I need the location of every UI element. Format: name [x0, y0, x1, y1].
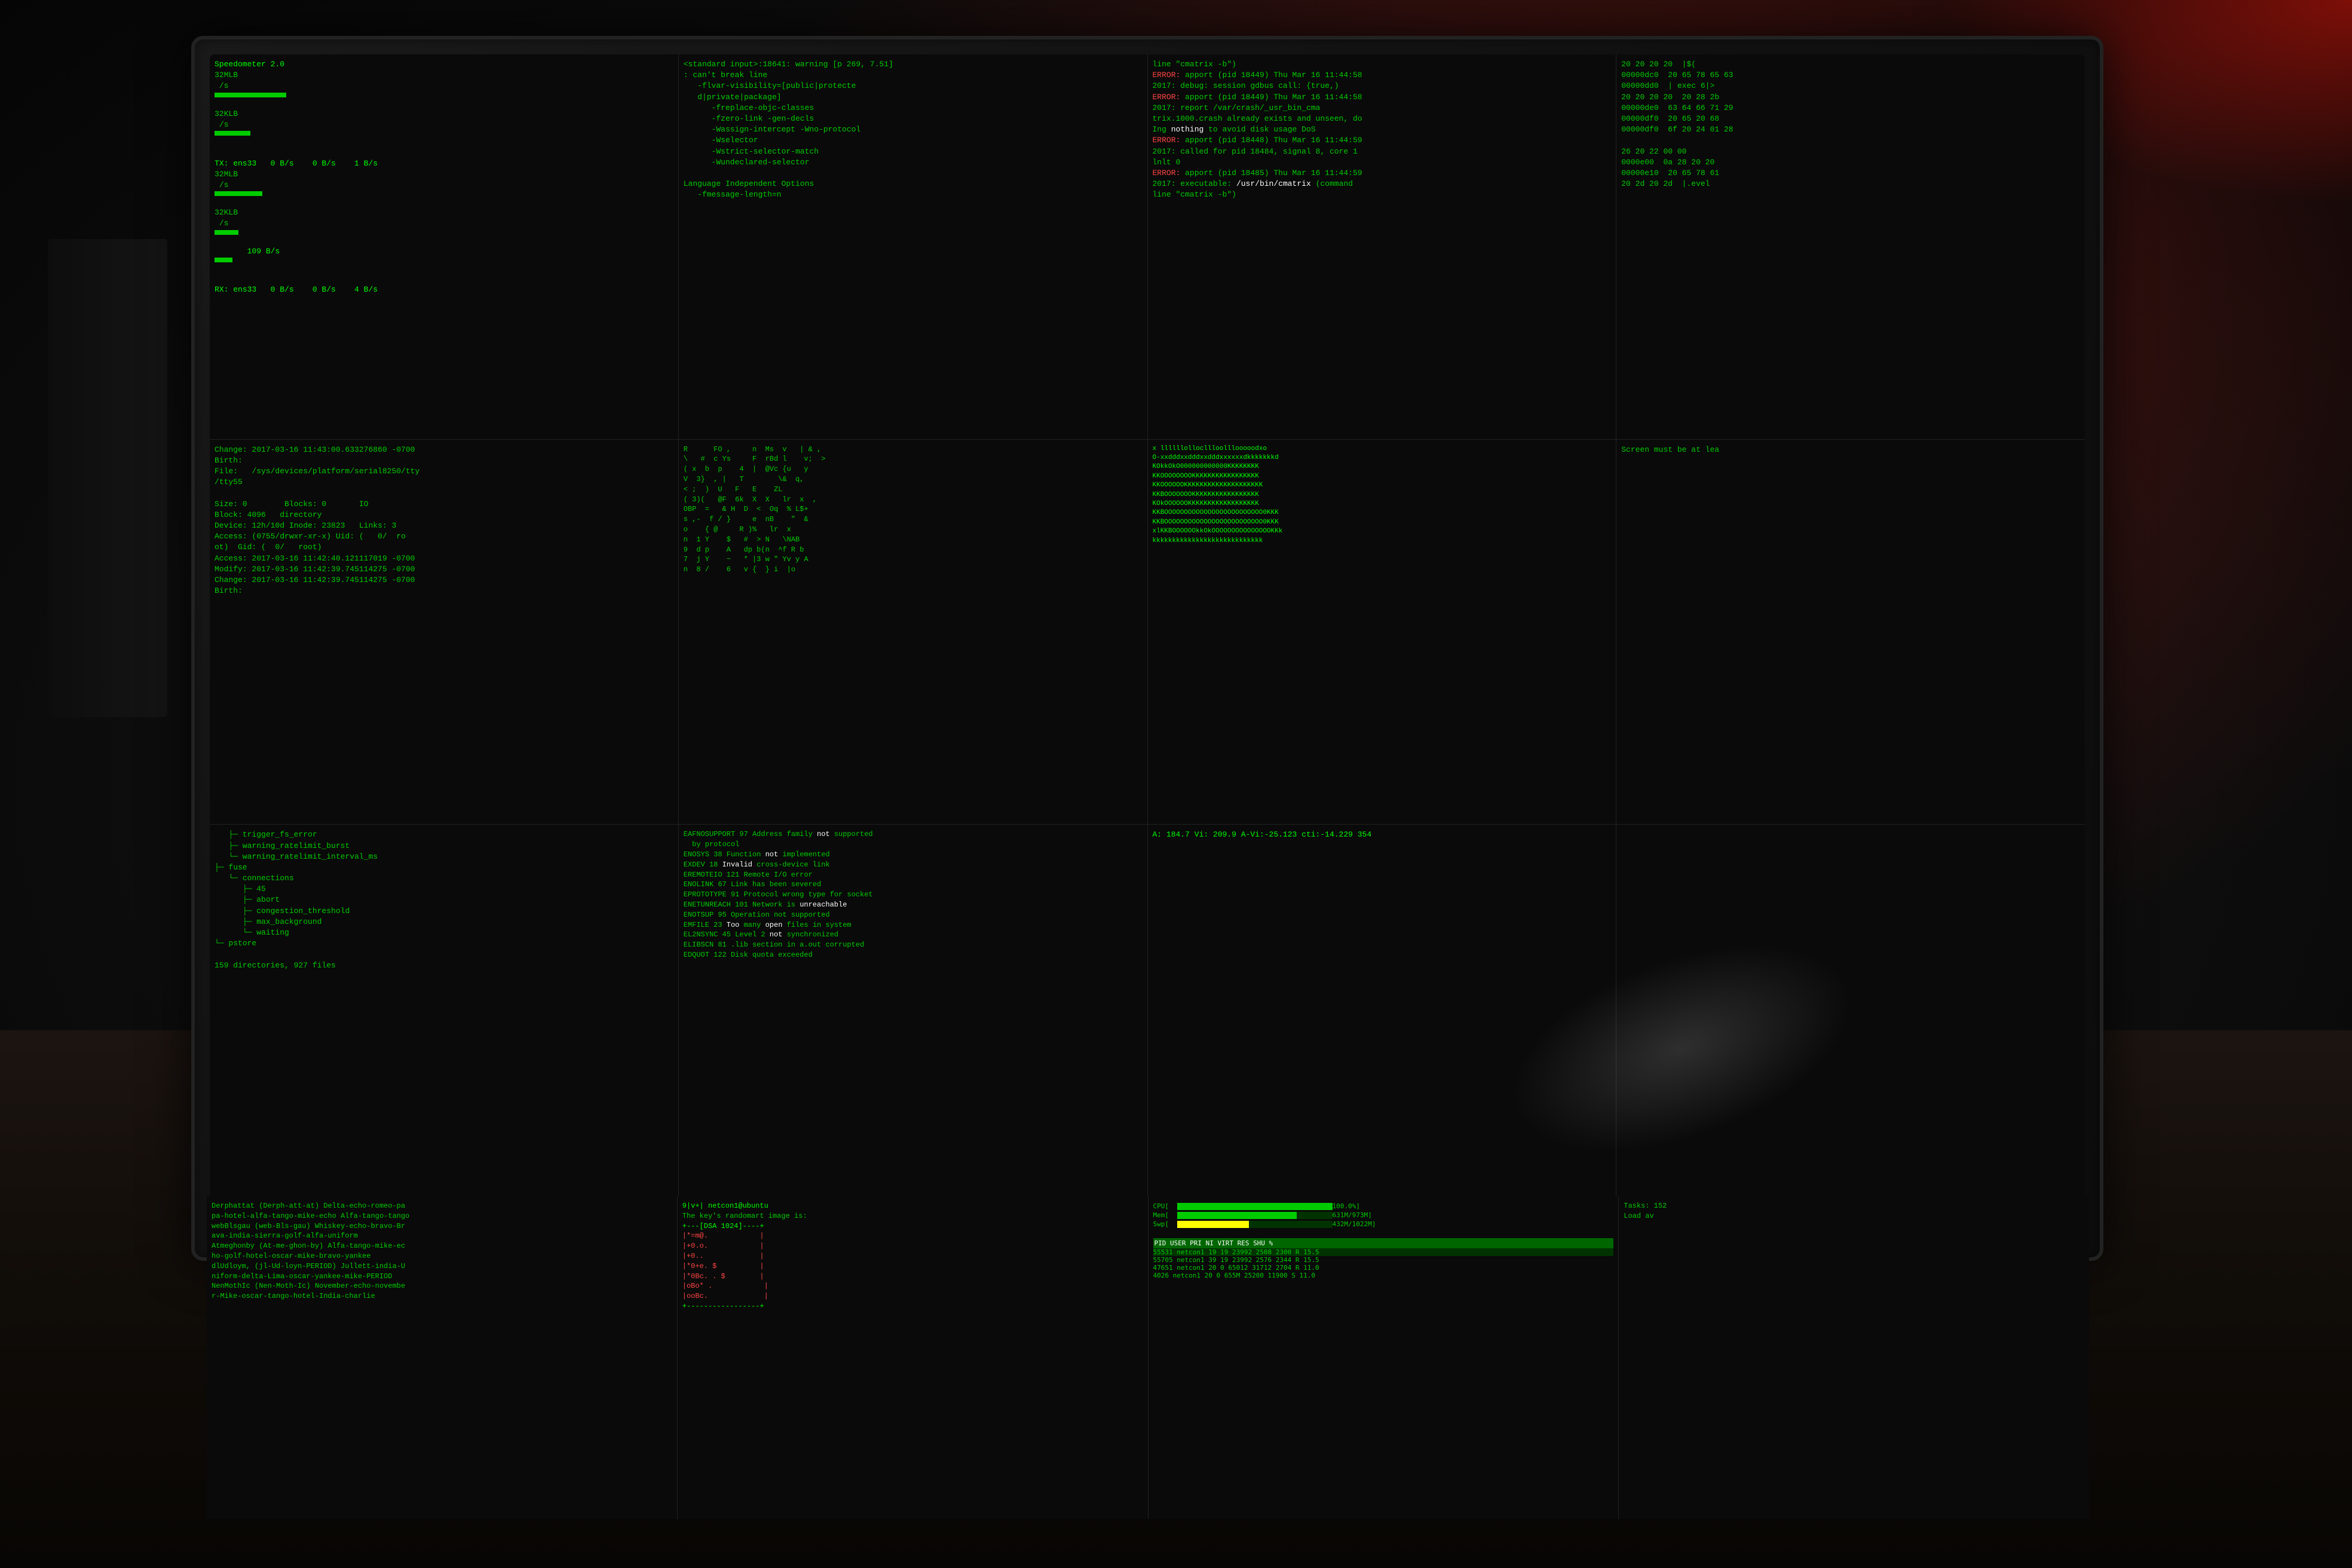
mem-bar-row: Mem[ 631M/973M] — [1153, 1211, 1614, 1219]
file-info-text: Change: 2017-03-16 11:43:00.633276860 -0… — [215, 445, 673, 597]
pane-error-log: line "cmatrix -b") ERROR: apport (pid 18… — [1148, 54, 1616, 439]
mem-empty — [1297, 1212, 1333, 1219]
directory-tree-text: ├─ trigger_fs_error ├─ warning_ratelimit… — [215, 829, 673, 970]
htop-row-4: 4026 netcon1 20 0 655M 25200 11900 S 11.… — [1153, 1272, 1614, 1279]
bottom-pane-network: Derphattat (Derph-att-at) Delta-echo-rom… — [207, 1196, 677, 1519]
error-log-text: line "cmatrix -b") ERROR: apport (pid 18… — [1153, 59, 1612, 200]
swp-label: Swp[ — [1153, 1220, 1177, 1228]
pane-speedometer: Speedometer 2.0 32MLB /s 32KLB /s TX: en… — [210, 54, 678, 439]
speedometer-text: Speedometer 2.0 32MLB /s 32KLB /s TX: en… — [215, 59, 673, 296]
ssh-key-text: 9|v+| netcon1@ubuntu The key's randomart… — [682, 1201, 1143, 1312]
monitor: Speedometer 2.0 32MLB /s 32KLB /s TX: en… — [191, 36, 2103, 1261]
screen-message-text: Screen must be at lea — [1621, 445, 2080, 455]
pane-file-info: Change: 2017-03-16 11:43:00.633276860 -0… — [210, 440, 678, 825]
pane-matrix-chars: x llllllollocllloolllooooodxo O-xxdddxxd… — [1148, 440, 1616, 825]
cpu-percent: 100.0%] — [1333, 1202, 1360, 1210]
pane-compiler-warnings: <standard input>:18641: warning [p 269, … — [679, 54, 1147, 439]
hex-dump-text: 20 20 20 20 |$( 00000dc0 20 65 78 65 63 … — [1621, 59, 2080, 189]
matrix-chars-text: x llllllollocllloolllooooodxo O-xxdddxxd… — [1153, 445, 1612, 546]
pane-ascii-art: R FO , n Ms v | & , \ # c Ys F rBd l v; … — [679, 440, 1147, 825]
htop-row-1: 55531 netcon1 19 19 23992 2508 2300 R 15… — [1153, 1248, 1614, 1256]
pane-error-codes: EAFNOSUPPORT 97 Address family not suppo… — [679, 825, 1147, 1209]
swp-empty — [1249, 1221, 1333, 1228]
cpu-fill — [1177, 1203, 1333, 1210]
bottom-pane-ssh-key: 9|v+| netcon1@ubuntu The key's randomart… — [678, 1196, 1148, 1519]
cpu-label: CPU[ — [1153, 1202, 1177, 1210]
bottom-terminal-row: Derphattat (Derph-att-at) Delta-echo-rom… — [207, 1196, 2089, 1519]
mem-value: 631M/973M] — [1333, 1211, 1372, 1219]
compiler-text: <standard input>:18641: warning [p 269, … — [684, 59, 1143, 200]
pane-hex-dump: 20 20 20 20 |$( 00000dc0 20 65 78 65 63 … — [1616, 54, 2085, 439]
htop-header-row: PID USER PRI NI VIRT RES SHU % — [1153, 1238, 1614, 1248]
htop-row-2: 55705 netcon1 39 19 23992 2576 2344 R 15… — [1153, 1256, 1614, 1264]
pane-screen-message: Screen must be at lea — [1616, 440, 2085, 825]
error-codes-text: EAFNOSUPPORT 97 Address family not suppo… — [684, 829, 1143, 960]
screen-bezel: Speedometer 2.0 32MLB /s 32KLB /s TX: en… — [210, 54, 2085, 1209]
pane-directory-tree: ├─ trigger_fs_error ├─ warning_ratelimit… — [210, 825, 678, 1209]
pane-vim-status: A: 184.7 Vi: 209.9 A-Vi:-25.123 cti:-14.… — [1148, 825, 1616, 1209]
bottom-pane-tasks: Tasks: 152 Load av — [1619, 1196, 2089, 1519]
terminal-screen: Speedometer 2.0 32MLB /s 32KLB /s TX: en… — [210, 54, 2085, 1209]
ascii-art-text: R FO , n Ms v | & , \ # c Ys F rBd l v; … — [684, 445, 1143, 575]
mem-label: Mem[ — [1153, 1211, 1177, 1219]
network-phonetic-text: Derphattat (Derph-att-at) Delta-echo-rom… — [212, 1201, 672, 1301]
cpu-bar-row: CPU[ 100.0%] — [1153, 1202, 1614, 1210]
swp-bar-row: Swp[ 432M/1022M] — [1153, 1220, 1614, 1228]
swp-value: 432M/1022M] — [1333, 1220, 1376, 1228]
tasks-text: Tasks: 152 Load av — [1624, 1201, 2084, 1221]
left-object — [48, 239, 167, 717]
mem-fill — [1177, 1212, 1297, 1219]
vim-status-text: A: 184.7 Vi: 209.9 A-Vi:-25.123 cti:-14.… — [1153, 829, 1612, 840]
bottom-pane-htop: CPU[ 100.0%] Mem[ 631M/973M] Swp[ 432M/1… — [1149, 1196, 1619, 1519]
pane-empty — [1616, 825, 2085, 1209]
htop-row-3: 47651 netcon1 20 0 65012 31712 2704 R 11… — [1153, 1264, 1614, 1272]
swp-fill — [1177, 1221, 1249, 1228]
